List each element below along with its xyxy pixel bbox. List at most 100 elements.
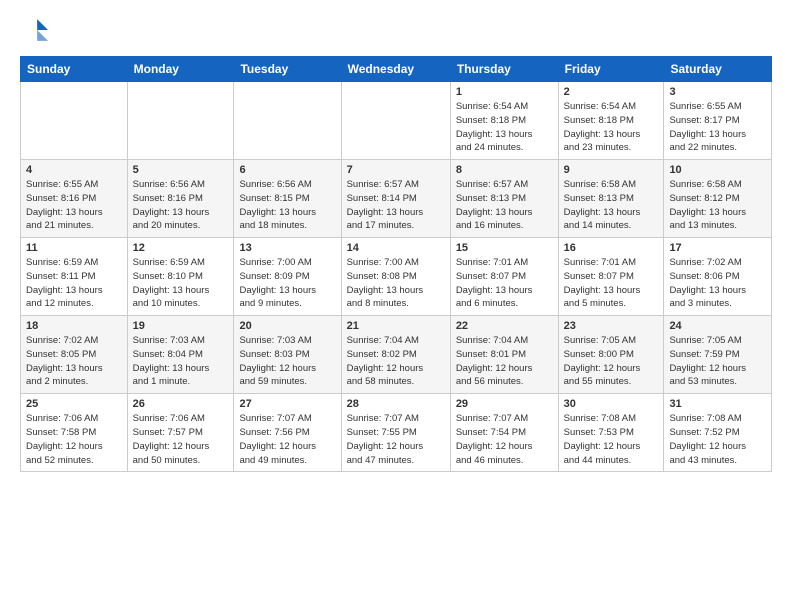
day-number: 13 (239, 242, 335, 254)
day-info: Sunrise: 7:07 AM Sunset: 7:55 PM Dayligh… (347, 412, 445, 467)
calendar-week-row: 18 Sunrise: 7:02 AM Sunset: 8:05 PM Dayli… (21, 316, 772, 394)
day-number: 6 (239, 164, 335, 176)
calendar-cell: 18 Sunrise: 7:02 AM Sunset: 8:05 PM Dayli… (21, 316, 128, 394)
day-number: 17 (669, 242, 766, 254)
day-number: 27 (239, 398, 335, 410)
calendar-week-row: 25Sunrise: 7:06 AM Sunset: 7:58 PM Dayli… (21, 394, 772, 472)
day-info: Sunrise: 6:57 AM Sunset: 8:13 PM Dayligh… (456, 178, 553, 233)
day-info: Sunrise: 7:05 AM Sunset: 7:59 PM Dayligh… (669, 334, 766, 389)
calendar-cell: 19 Sunrise: 7:03 AM Sunset: 8:04 PM Dayli… (127, 316, 234, 394)
weekday-header: Tuesday (234, 57, 341, 82)
day-number: 15 (456, 242, 553, 254)
calendar-week-row: 1 Sunrise: 6:54 AM Sunset: 8:18 PM Daylig… (21, 82, 772, 160)
calendar-week-row: 11 Sunrise: 6:59 AM Sunset: 8:11 PM Dayli… (21, 238, 772, 316)
day-info: Sunrise: 6:56 AM Sunset: 8:15 PM Dayligh… (239, 178, 335, 233)
day-info: Sunrise: 7:02 AM Sunset: 8:05 PM Dayligh… (26, 334, 122, 389)
calendar-cell: 4 Sunrise: 6:55 AM Sunset: 8:16 PM Daylig… (21, 160, 128, 238)
day-number: 14 (347, 242, 445, 254)
day-number: 7 (347, 164, 445, 176)
day-info: Sunrise: 7:01 AM Sunset: 8:07 PM Dayligh… (456, 256, 553, 311)
calendar-cell: 3 Sunrise: 6:55 AM Sunset: 8:17 PM Daylig… (664, 82, 772, 160)
day-info: Sunrise: 7:00 AM Sunset: 8:08 PM Dayligh… (347, 256, 445, 311)
day-info: Sunrise: 7:04 AM Sunset: 8:01 PM Dayligh… (456, 334, 553, 389)
day-number: 18 (26, 320, 122, 332)
calendar-cell: 14 Sunrise: 7:00 AM Sunset: 8:08 PM Dayli… (341, 238, 450, 316)
day-info: Sunrise: 6:58 AM Sunset: 8:13 PM Dayligh… (564, 178, 659, 233)
calendar-cell: 30Sunrise: 7:08 AM Sunset: 7:53 PM Dayli… (558, 394, 664, 472)
day-number: 16 (564, 242, 659, 254)
weekday-header: Saturday (664, 57, 772, 82)
day-number: 22 (456, 320, 553, 332)
day-info: Sunrise: 6:55 AM Sunset: 8:17 PM Dayligh… (669, 100, 766, 155)
day-info: Sunrise: 7:06 AM Sunset: 7:57 PM Dayligh… (133, 412, 229, 467)
calendar-cell: 24 Sunrise: 7:05 AM Sunset: 7:59 PM Dayli… (664, 316, 772, 394)
day-info: Sunrise: 7:08 AM Sunset: 7:52 PM Dayligh… (669, 412, 766, 467)
day-number: 25 (26, 398, 122, 410)
calendar-cell: 31Sunrise: 7:08 AM Sunset: 7:52 PM Dayli… (664, 394, 772, 472)
calendar-cell: 7 Sunrise: 6:57 AM Sunset: 8:14 PM Daylig… (341, 160, 450, 238)
calendar-cell: 22 Sunrise: 7:04 AM Sunset: 8:01 PM Dayli… (450, 316, 558, 394)
day-number: 12 (133, 242, 229, 254)
calendar-cell (341, 82, 450, 160)
calendar-week-row: 4 Sunrise: 6:55 AM Sunset: 8:16 PM Daylig… (21, 160, 772, 238)
day-info: Sunrise: 6:54 AM Sunset: 8:18 PM Dayligh… (456, 100, 553, 155)
day-info: Sunrise: 6:58 AM Sunset: 8:12 PM Dayligh… (669, 178, 766, 233)
calendar-cell: 27 Sunrise: 7:07 AM Sunset: 7:56 PM Dayli… (234, 394, 341, 472)
calendar-cell: 10 Sunrise: 6:58 AM Sunset: 8:12 PM Dayli… (664, 160, 772, 238)
page-header (20, 16, 772, 44)
day-number: 29 (456, 398, 553, 410)
calendar-cell (21, 82, 128, 160)
day-number: 8 (456, 164, 553, 176)
day-number: 10 (669, 164, 766, 176)
day-info: Sunrise: 7:03 AM Sunset: 8:04 PM Dayligh… (133, 334, 229, 389)
day-number: 11 (26, 242, 122, 254)
day-info: Sunrise: 7:07 AM Sunset: 7:56 PM Dayligh… (239, 412, 335, 467)
day-number: 21 (347, 320, 445, 332)
day-number: 3 (669, 86, 766, 98)
logo-icon (20, 16, 48, 44)
day-info: Sunrise: 7:02 AM Sunset: 8:06 PM Dayligh… (669, 256, 766, 311)
day-info: Sunrise: 6:59 AM Sunset: 8:11 PM Dayligh… (26, 256, 122, 311)
weekday-header: Sunday (21, 57, 128, 82)
calendar-cell: 17 Sunrise: 7:02 AM Sunset: 8:06 PM Dayli… (664, 238, 772, 316)
day-number: 1 (456, 86, 553, 98)
calendar-cell (127, 82, 234, 160)
day-number: 20 (239, 320, 335, 332)
calendar-cell: 13 Sunrise: 7:00 AM Sunset: 8:09 PM Dayli… (234, 238, 341, 316)
calendar-cell: 20 Sunrise: 7:03 AM Sunset: 8:03 PM Dayli… (234, 316, 341, 394)
day-info: Sunrise: 7:08 AM Sunset: 7:53 PM Dayligh… (564, 412, 659, 467)
weekday-header: Wednesday (341, 57, 450, 82)
weekday-header: Monday (127, 57, 234, 82)
day-info: Sunrise: 7:00 AM Sunset: 8:09 PM Dayligh… (239, 256, 335, 311)
day-number: 19 (133, 320, 229, 332)
calendar-cell: 1 Sunrise: 6:54 AM Sunset: 8:18 PM Daylig… (450, 82, 558, 160)
calendar-cell: 23 Sunrise: 7:05 AM Sunset: 8:00 PM Dayli… (558, 316, 664, 394)
day-number: 24 (669, 320, 766, 332)
calendar-cell (234, 82, 341, 160)
day-info: Sunrise: 6:55 AM Sunset: 8:16 PM Dayligh… (26, 178, 122, 233)
day-info: Sunrise: 7:03 AM Sunset: 8:03 PM Dayligh… (239, 334, 335, 389)
calendar-cell: 28Sunrise: 7:07 AM Sunset: 7:55 PM Dayli… (341, 394, 450, 472)
day-number: 4 (26, 164, 122, 176)
calendar-cell: 25Sunrise: 7:06 AM Sunset: 7:58 PM Dayli… (21, 394, 128, 472)
calendar-cell: 9 Sunrise: 6:58 AM Sunset: 8:13 PM Daylig… (558, 160, 664, 238)
day-number: 2 (564, 86, 659, 98)
day-number: 23 (564, 320, 659, 332)
calendar-cell: 6 Sunrise: 6:56 AM Sunset: 8:15 PM Daylig… (234, 160, 341, 238)
day-number: 9 (564, 164, 659, 176)
calendar-cell: 16Sunrise: 7:01 AM Sunset: 8:07 PM Dayli… (558, 238, 664, 316)
calendar-header-row: SundayMondayTuesdayWednesdayThursdayFrid… (21, 57, 772, 82)
day-info: Sunrise: 6:59 AM Sunset: 8:10 PM Dayligh… (133, 256, 229, 311)
day-number: 26 (133, 398, 229, 410)
day-info: Sunrise: 6:57 AM Sunset: 8:14 PM Dayligh… (347, 178, 445, 233)
day-info: Sunrise: 7:05 AM Sunset: 8:00 PM Dayligh… (564, 334, 659, 389)
calendar-cell: 5Sunrise: 6:56 AM Sunset: 8:16 PM Daylig… (127, 160, 234, 238)
day-info: Sunrise: 7:07 AM Sunset: 7:54 PM Dayligh… (456, 412, 553, 467)
calendar-cell: 8 Sunrise: 6:57 AM Sunset: 8:13 PM Daylig… (450, 160, 558, 238)
calendar-cell: 2Sunrise: 6:54 AM Sunset: 8:18 PM Daylig… (558, 82, 664, 160)
weekday-header: Thursday (450, 57, 558, 82)
calendar-cell: 21Sunrise: 7:04 AM Sunset: 8:02 PM Dayli… (341, 316, 450, 394)
day-number: 5 (133, 164, 229, 176)
logo (20, 16, 52, 44)
weekday-header: Friday (558, 57, 664, 82)
